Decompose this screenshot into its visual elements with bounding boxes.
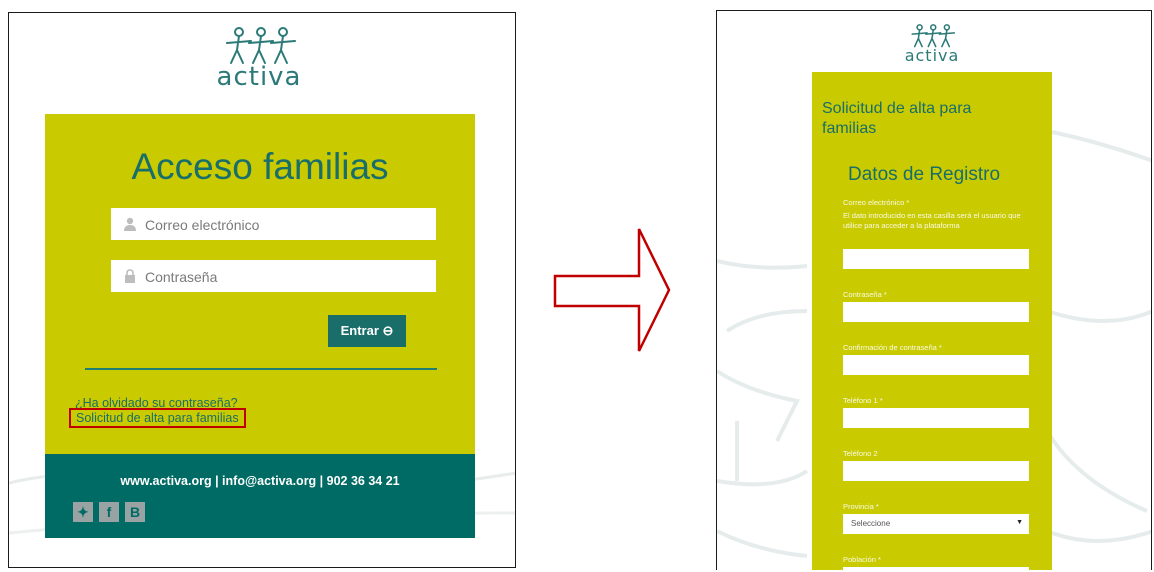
right-arrow-icon bbox=[553, 228, 671, 352]
phone2-label: Teléfono 2 bbox=[843, 449, 878, 458]
province-select-value: Seleccione bbox=[851, 519, 891, 528]
city-input[interactable] bbox=[843, 567, 1029, 570]
signup-screenshot: activa Solicitud de alta para familias D… bbox=[716, 10, 1152, 570]
twitter-icon[interactable]: ✦ bbox=[73, 502, 93, 522]
signup-request-link[interactable]: Solicitud de alta para familias bbox=[69, 408, 246, 428]
province-select[interactable]: Seleccione ▼ bbox=[843, 514, 1029, 534]
lock-icon bbox=[125, 269, 135, 283]
email-input[interactable] bbox=[843, 249, 1029, 269]
footer-contact: www.activa.org | info@activa.org | 902 3… bbox=[120, 474, 400, 488]
divider bbox=[85, 368, 437, 370]
dropdown-arrow-icon: ▼ bbox=[1016, 519, 1023, 526]
email-placeholder: Correo electrónico bbox=[145, 217, 260, 233]
password-input[interactable] bbox=[843, 302, 1029, 322]
email-field[interactable]: Correo electrónico bbox=[111, 208, 436, 240]
signup-link-text: Solicitud de alta para familias bbox=[76, 411, 239, 425]
user-icon bbox=[124, 217, 136, 231]
signup-title: Solicitud de alta para familias bbox=[822, 100, 972, 137]
phone1-input[interactable] bbox=[843, 408, 1029, 428]
section-title: Datos de Registro bbox=[848, 164, 1001, 185]
login-screenshot: activa Acceso familias Correo electrónic… bbox=[8, 12, 516, 568]
signup-card: Solicitud de alta para familias Datos de… bbox=[812, 72, 1052, 570]
page-title: Acceso familias bbox=[131, 146, 389, 187]
password-confirm-input[interactable] bbox=[843, 355, 1029, 375]
province-label: Provincia * bbox=[843, 502, 879, 511]
activa-logo: activa bbox=[209, 25, 309, 92]
activa-logo: activa bbox=[897, 23, 967, 65]
family-figures-icon bbox=[226, 27, 296, 64]
phone2-input[interactable] bbox=[843, 461, 1029, 481]
login-button[interactable]: Entrar ⊖ bbox=[328, 315, 406, 347]
phone1-label: Teléfono 1 * bbox=[843, 396, 883, 405]
facebook-icon[interactable]: f bbox=[99, 502, 119, 522]
logo-text: activa bbox=[904, 46, 960, 65]
registration-form: Correo electrónico * El dato introducido… bbox=[843, 198, 1033, 570]
password-confirm-label: Confirmación de contraseña * bbox=[843, 343, 942, 352]
email-label: Correo electrónico * bbox=[843, 198, 910, 207]
logo-text: activa bbox=[216, 62, 302, 92]
password-placeholder: Contraseña bbox=[145, 269, 218, 285]
email-help-text: El dato introducido en esta casilla será… bbox=[843, 211, 1021, 230]
login-card: Acceso familias Correo electrónico Contr… bbox=[45, 114, 475, 454]
password-label: Contraseña * bbox=[843, 290, 887, 299]
city-label: Población * bbox=[843, 555, 881, 564]
footer: www.activa.org | info@activa.org | 902 3… bbox=[45, 454, 475, 538]
blogger-icon[interactable]: B bbox=[125, 502, 145, 522]
password-field[interactable]: Contraseña bbox=[111, 260, 436, 292]
